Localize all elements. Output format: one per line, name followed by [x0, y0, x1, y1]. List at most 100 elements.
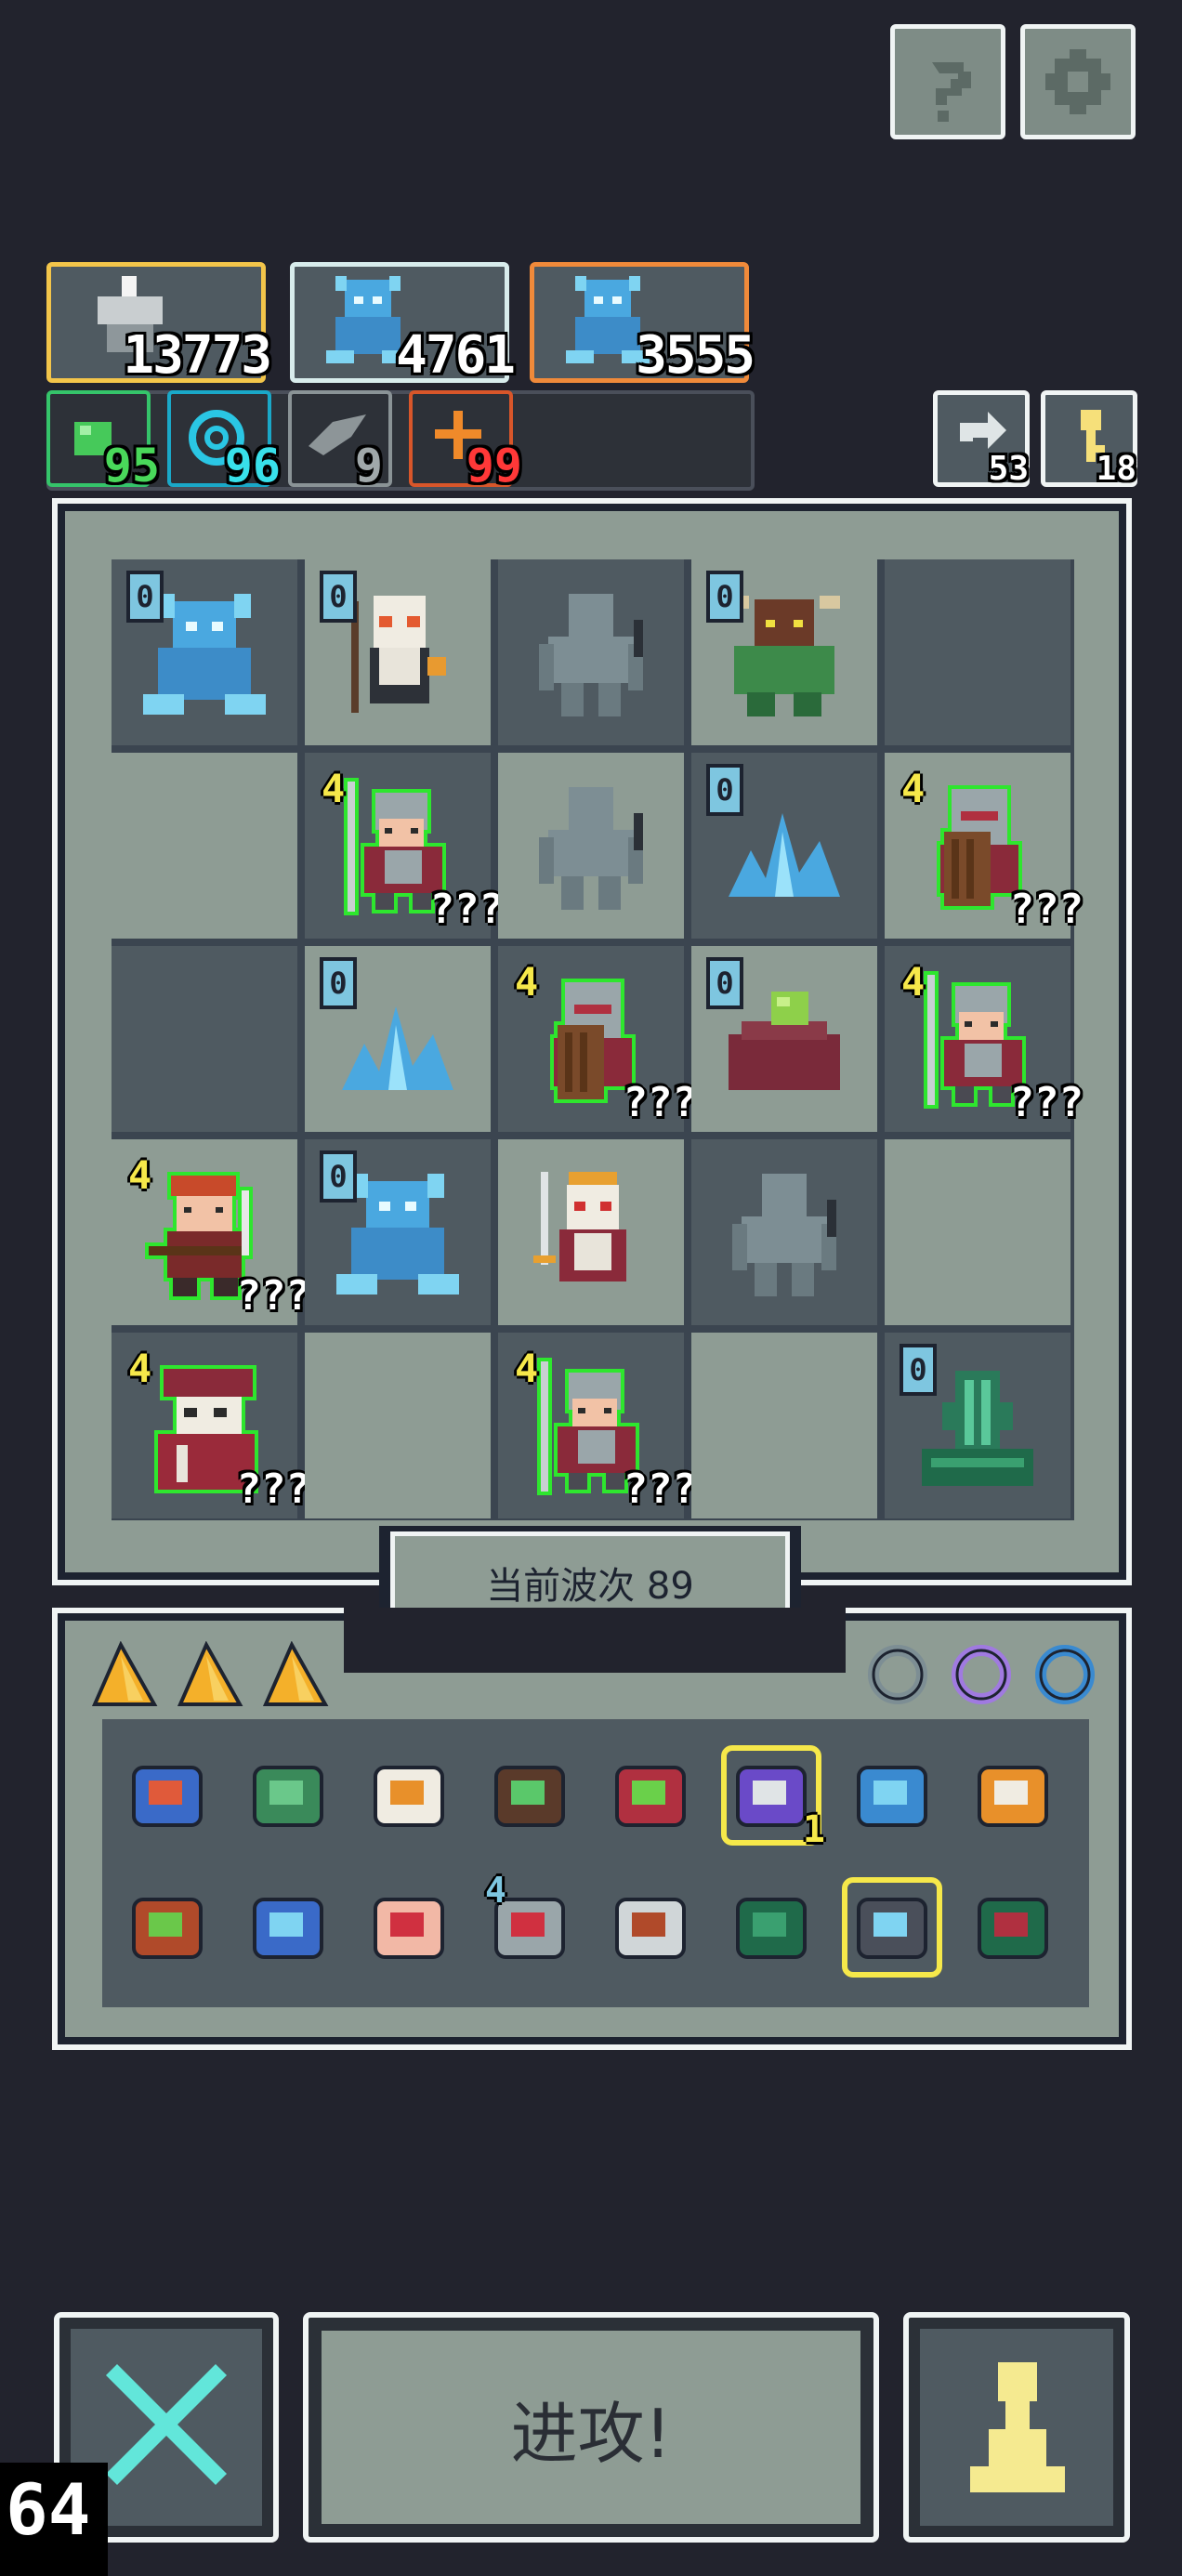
board-cell-ice-demon[interactable]: 0: [305, 1139, 491, 1325]
unit-stat-card-a[interactable]: 4761: [290, 262, 516, 386]
ice-spikes-icon[interactable]: [842, 1877, 942, 1978]
palm-eye-icon[interactable]: [362, 1881, 455, 1974]
stone-tablet-icon[interactable]: 4: [483, 1870, 576, 1974]
level-badge: 4: [901, 959, 926, 1005]
hero-button[interactable]: [903, 2312, 1130, 2543]
fps-value: 64: [6, 2468, 91, 2551]
level-badge: 4: [128, 1346, 152, 1391]
level-badge: 0: [126, 571, 164, 623]
resource-green-value: 95: [103, 439, 160, 493]
red-rune-card-icon[interactable]: [966, 1881, 1059, 1974]
board-cell-empty[interactable]: [305, 1333, 491, 1518]
unit-b-value: 3555: [636, 325, 755, 386]
board-cell-shield-knight[interactable]: 4???: [885, 753, 1084, 939]
resource-green-orb[interactable]: 95: [46, 390, 160, 493]
scroll-icon[interactable]: [362, 1749, 455, 1842]
board-cell-ice-crystal[interactable]: 0: [305, 946, 491, 1132]
resource-grey-wing[interactable]: 9: [288, 390, 392, 493]
board-cell-skull-king[interactable]: [498, 1139, 684, 1325]
level-badge: 0: [320, 1150, 357, 1203]
board-cell-slime-mound[interactable]: 0: [691, 946, 877, 1132]
board-cell-crossbow-dwarf[interactable]: 4???: [112, 1139, 310, 1325]
refresh-counter[interactable]: 53: [933, 390, 1030, 488]
pawn-icon: [970, 2362, 1065, 2492]
stone-golem-sprite: [732, 1174, 836, 1296]
board-cell-spear-knight[interactable]: 4???: [305, 753, 504, 939]
skull-king-sprite: [533, 1172, 626, 1281]
board-cell-skull-mage[interactable]: 0: [305, 559, 491, 745]
board-cell-stone-golem[interactable]: [498, 559, 684, 745]
unknown-value-label: ???: [236, 1272, 310, 1320]
board-cell-empty[interactable]: [885, 559, 1070, 745]
gear-icon: [1045, 49, 1110, 114]
stone-golem-sprite: [539, 594, 643, 716]
board-cell-empty[interactable]: [885, 1139, 1070, 1325]
key-counter[interactable]: 18: [1041, 390, 1137, 488]
green-rune-card-icon[interactable]: [725, 1881, 818, 1974]
unknown-value-label: ???: [623, 1465, 697, 1513]
purple-ring-icon[interactable]: [948, 1639, 1015, 1706]
attack-button[interactable]: 进攻!: [303, 2312, 879, 2543]
spiky-bush-icon[interactable]: [483, 1749, 576, 1842]
level-badge: 4: [515, 959, 539, 1005]
crab-icon[interactable]: [121, 1749, 214, 1842]
level-badge: 4: [128, 1152, 152, 1198]
board-cell-ice-crystal[interactable]: 0: [691, 753, 877, 939]
level-badge: 0: [706, 764, 743, 816]
level-badge: 0: [320, 957, 357, 1009]
board-cell-minotaur[interactable]: 0: [691, 559, 877, 745]
fps-counter: 64: [0, 2463, 108, 2576]
level-badge: 4: [322, 766, 346, 811]
crown-icon[interactable]: [966, 1749, 1059, 1842]
grey-ring-icon[interactable]: [864, 1639, 931, 1706]
board-cell-stone-golem[interactable]: [498, 753, 684, 939]
unknown-value-label: ???: [1009, 1079, 1084, 1126]
board-cell-empty[interactable]: [112, 946, 297, 1132]
unknown-value-label: ???: [429, 886, 504, 933]
board-cell-empty[interactable]: [691, 1333, 877, 1518]
level-badge: 0: [706, 957, 743, 1009]
help-button[interactable]: [890, 24, 1005, 139]
blue-bird-icon[interactable]: [846, 1749, 939, 1842]
unknown-value-label: ???: [236, 1465, 310, 1513]
turtle-shell-icon[interactable]: [242, 1749, 335, 1842]
inventory-tab-notch: [344, 1608, 846, 1673]
board-cells: 0 0 0 4??? 0 4??? 0 4??? 0 4??? 4??? 0 4??? 4??? 0: [112, 559, 1084, 1520]
gold-triangle-icon[interactable]: [91, 1640, 158, 1708]
level-badge: 0: [900, 1344, 937, 1396]
board-cell-spear-knight[interactable]: 4???: [885, 946, 1084, 1132]
board-cell-shield-knight[interactable]: 4???: [498, 946, 697, 1132]
level-badge: 4: [515, 1346, 539, 1391]
unit-a-value: 4761: [396, 325, 516, 386]
help-icon: [932, 62, 971, 122]
wave-label: 当前波次 89: [486, 1565, 694, 1608]
board-cell-empty[interactable]: [112, 753, 297, 939]
unknown-value-label: ???: [623, 1079, 697, 1126]
resource-orange-value: 99: [466, 439, 522, 493]
unknown-value-label: ???: [1009, 886, 1084, 933]
unit-stat-card-b[interactable]: 3555: [530, 262, 755, 386]
board-cell-jade-serpent[interactable]: 0: [885, 1333, 1070, 1518]
dagger-icon[interactable]: [604, 1881, 697, 1974]
board-cell-ice-demon[interactable]: 0: [112, 559, 297, 745]
gold-triangle-icon[interactable]: [177, 1640, 243, 1708]
blue-serpent-icon[interactable]: [242, 1881, 335, 1974]
resource-grey-value: 9: [354, 439, 383, 493]
settings-button[interactable]: [1020, 24, 1136, 139]
power-stat-card[interactable]: 13773: [46, 262, 272, 386]
treasure-chest-icon[interactable]: [121, 1881, 214, 1974]
power-value: 13773: [123, 325, 272, 386]
level-badge: 0: [706, 571, 743, 623]
board-cell-spear-knight[interactable]: 4???: [498, 1333, 697, 1518]
resource-cyan-value: 96: [224, 439, 281, 493]
red-hood-icon[interactable]: [604, 1749, 697, 1842]
refresh-value: 53: [988, 450, 1029, 488]
blue-ring-icon[interactable]: [1031, 1639, 1098, 1706]
board-cell-stone-golem[interactable]: [691, 1139, 877, 1325]
resource-cyan-swirl[interactable]: 96: [167, 390, 281, 493]
potion-jar-icon[interactable]: 1: [721, 1745, 825, 1851]
board-cell-red-cultist[interactable]: 4???: [112, 1333, 310, 1518]
resource-orange-spark[interactable]: 99: [409, 390, 522, 493]
gold-triangle-icon[interactable]: [262, 1640, 329, 1708]
item-count-badge: 1: [802, 1808, 825, 1851]
